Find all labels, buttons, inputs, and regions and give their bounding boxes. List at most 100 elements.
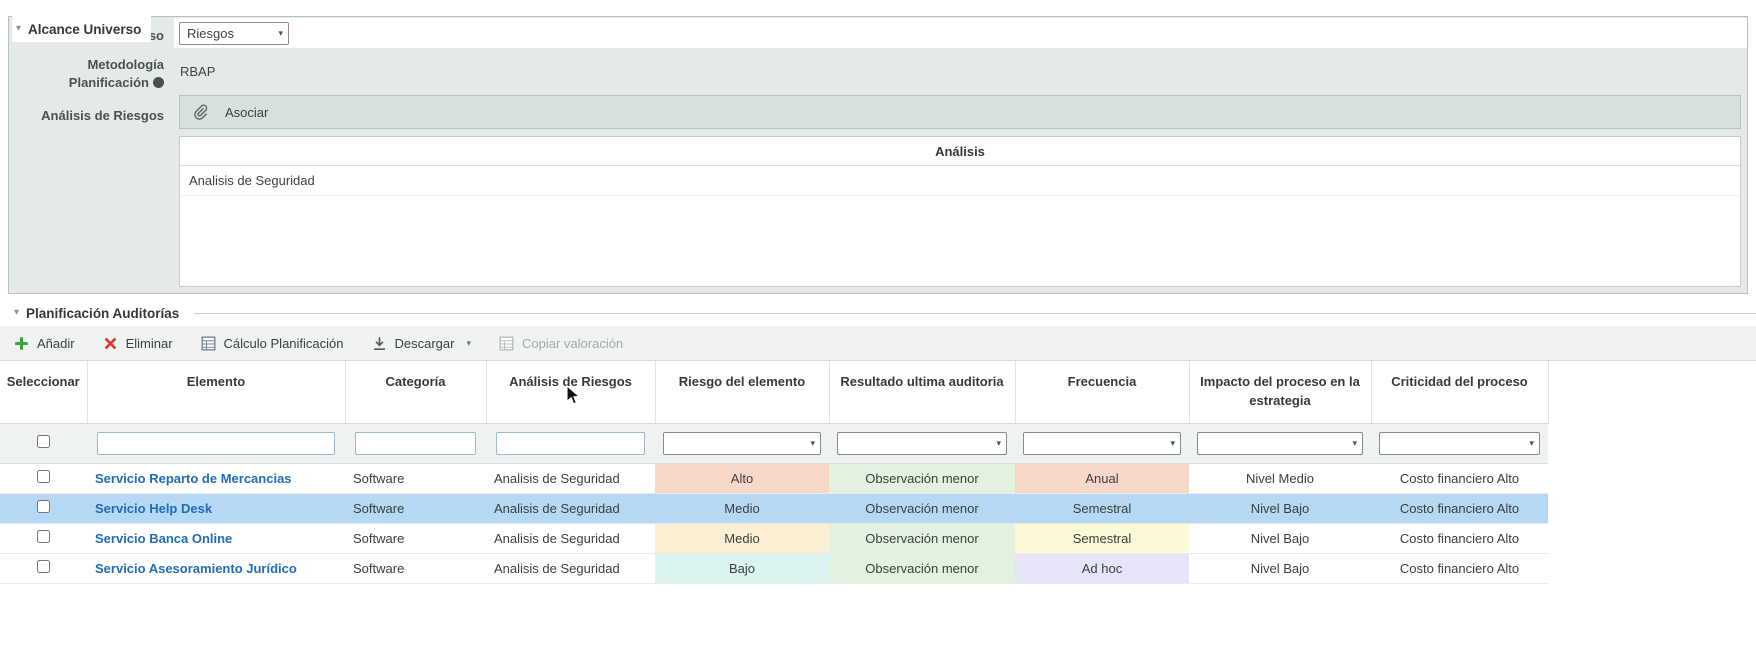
calculo-planificacion-button[interactable]: Cálculo Planificación xyxy=(201,336,344,351)
descargar-button[interactable]: Descargar ▾ xyxy=(372,336,472,351)
chevron-down-icon: ▾ xyxy=(1170,438,1175,449)
cell-analisis: Analisis de Seguridad xyxy=(486,523,655,553)
cell-analisis: Analisis de Seguridad xyxy=(486,553,655,583)
cell-resultado: Observación menor xyxy=(829,523,1015,553)
cell-analisis: Analisis de Seguridad xyxy=(486,493,655,523)
analisis-riesgos-panel: Asociar Análisis Analisis de Seguridad xyxy=(179,95,1741,287)
alcance-panel: Modelo de Universo Riesgos ▾ Metodología… xyxy=(8,16,1748,294)
analisis-table-header: Análisis xyxy=(180,137,1740,166)
copiar-label: Copiar valoración xyxy=(522,336,623,351)
table-row[interactable]: Servicio Asesoramiento Jurídico Software… xyxy=(0,553,1548,583)
filter-resultado-select[interactable]: ▾ xyxy=(837,432,1007,455)
col-header-categoria: Categoría xyxy=(345,361,486,423)
asociar-label: Asociar xyxy=(225,105,268,120)
cell-criticidad: Costo financiero Alto xyxy=(1371,553,1548,583)
filter-criticidad-select[interactable]: ▾ xyxy=(1379,432,1540,455)
cell-analisis: Analisis de Seguridad xyxy=(486,463,655,493)
paperclip-icon xyxy=(193,104,208,121)
chevron-down-icon: ▾ xyxy=(1352,438,1357,449)
elemento-link[interactable]: Servicio Help Desk xyxy=(95,501,212,516)
cell-resultado: Observación menor xyxy=(829,463,1015,493)
section-planificacion-header: ▾ Planificación Auditorías xyxy=(0,300,1756,326)
delete-x-icon xyxy=(103,336,118,351)
col-header-frecuencia: Frecuencia xyxy=(1015,361,1189,423)
chevron-down-icon: ▾ xyxy=(1529,438,1534,449)
header-rule xyxy=(194,313,1756,314)
analisis-riesgos-row: Análisis de Riesgos Asociar Análisis Ana… xyxy=(9,95,1747,293)
metodologia-value: RBAP xyxy=(180,64,215,79)
analisis-riesgos-label: Análisis de Riesgos xyxy=(9,95,174,293)
modelo-universo-select[interactable]: Riesgos ▾ xyxy=(179,22,289,45)
collapse-icon[interactable]: ▾ xyxy=(14,308,19,318)
cell-riesgo: Bajo xyxy=(655,553,829,583)
download-icon xyxy=(372,336,387,351)
table-row[interactable]: Servicio Reparto de Mercancias Software … xyxy=(0,463,1548,493)
row-checkbox[interactable] xyxy=(37,560,50,573)
filter-analisis-input[interactable] xyxy=(496,432,645,455)
elemento-link[interactable]: Servicio Asesoramiento Jurídico xyxy=(95,561,297,576)
header-row: Seleccionar Elemento Categoría Análisis … xyxy=(0,361,1548,423)
collapse-icon[interactable]: ▾ xyxy=(16,24,21,34)
spreadsheet-icon xyxy=(201,336,216,351)
section-title-alcance: Alcance Universo xyxy=(28,22,141,37)
copiar-valoracion-button: Copiar valoración xyxy=(499,336,623,351)
help-icon[interactable] xyxy=(153,77,164,88)
cell-riesgo: Medio xyxy=(655,493,829,523)
cell-categoria: Software xyxy=(345,493,486,523)
filter-riesgo-select[interactable]: ▾ xyxy=(663,432,821,455)
anadir-label: Añadir xyxy=(37,336,75,351)
anadir-button[interactable]: Añadir xyxy=(14,336,75,351)
filter-elemento-input[interactable] xyxy=(97,432,335,455)
cell-impacto: Nivel Medio xyxy=(1189,463,1371,493)
cell-riesgo: Alto xyxy=(655,463,829,493)
row-checkbox[interactable] xyxy=(37,530,50,543)
col-header-impacto: Impacto del proceso en la estrategia xyxy=(1189,361,1371,423)
filter-categoria-input[interactable] xyxy=(355,432,476,455)
section-alcance-universo: ▾ Alcance Universo Modelo de Universo Ri… xyxy=(8,16,1748,294)
table-row[interactable]: Servicio Banca Online Software Analisis … xyxy=(0,523,1548,553)
col-header-riesgo: Riesgo del elemento xyxy=(655,361,829,423)
cell-resultado: Observación menor xyxy=(829,553,1015,583)
cell-impacto: Nivel Bajo xyxy=(1189,493,1371,523)
row-checkbox[interactable] xyxy=(37,470,50,483)
cell-resultado: Observación menor xyxy=(829,493,1015,523)
filter-impacto-select[interactable]: ▾ xyxy=(1197,432,1363,455)
eliminar-button[interactable]: Eliminar xyxy=(103,336,173,351)
select-all-checkbox[interactable] xyxy=(37,435,50,448)
cell-frecuencia: Semestral xyxy=(1015,523,1189,553)
cell-impacto: Nivel Bajo xyxy=(1189,553,1371,583)
chevron-down-icon: ▾ xyxy=(810,438,815,449)
elemento-link[interactable]: Servicio Reparto de Mercancias xyxy=(95,471,292,486)
col-header-seleccionar: Seleccionar xyxy=(0,361,87,423)
cell-riesgo: Medio xyxy=(655,523,829,553)
elemento-link[interactable]: Servicio Banca Online xyxy=(95,531,232,546)
table-row[interactable]: Servicio Help Desk Software Analisis de … xyxy=(0,493,1548,523)
metodologia-row: Metodología Planificación RBAP xyxy=(9,48,1747,95)
section-title-planificacion: Planificación Auditorías xyxy=(26,306,179,321)
col-header-criticidad: Criticidad del proceso xyxy=(1371,361,1548,423)
asociar-button[interactable]: Asociar xyxy=(179,95,1741,129)
cell-categoria: Software xyxy=(345,553,486,583)
chevron-down-icon: ▾ xyxy=(466,338,471,349)
calculo-label: Cálculo Planificación xyxy=(224,336,344,351)
row-checkbox[interactable] xyxy=(37,500,50,513)
filter-frecuencia-select[interactable]: ▾ xyxy=(1023,432,1181,455)
cell-impacto: Nivel Bajo xyxy=(1189,523,1371,553)
cell-frecuencia: Anual xyxy=(1015,463,1189,493)
cell-frecuencia: Semestral xyxy=(1015,493,1189,523)
cell-categoria: Software xyxy=(345,523,486,553)
modelo-universo-selected-value: Riesgos xyxy=(187,26,234,41)
cell-categoria: Software xyxy=(345,463,486,493)
analisis-table-row[interactable]: Analisis de Seguridad xyxy=(180,166,1740,196)
eliminar-label: Eliminar xyxy=(126,336,173,351)
filter-row: ▾ ▾ ▾ ▾ ▾ xyxy=(0,423,1548,463)
analisis-table: Análisis Analisis de Seguridad xyxy=(179,136,1741,287)
col-header-elemento: Elemento xyxy=(87,361,345,423)
modelo-universo-row: Modelo de Universo Riesgos ▾ xyxy=(9,17,1747,48)
cell-criticidad: Costo financiero Alto xyxy=(1371,493,1548,523)
cell-frecuencia: Ad hoc xyxy=(1015,553,1189,583)
copy-sheet-icon xyxy=(499,336,514,351)
section-alcance-header: ▾ Alcance Universo xyxy=(12,16,151,42)
descargar-label: Descargar xyxy=(395,336,455,351)
col-header-analisis: Análisis de Riesgos xyxy=(486,361,655,423)
